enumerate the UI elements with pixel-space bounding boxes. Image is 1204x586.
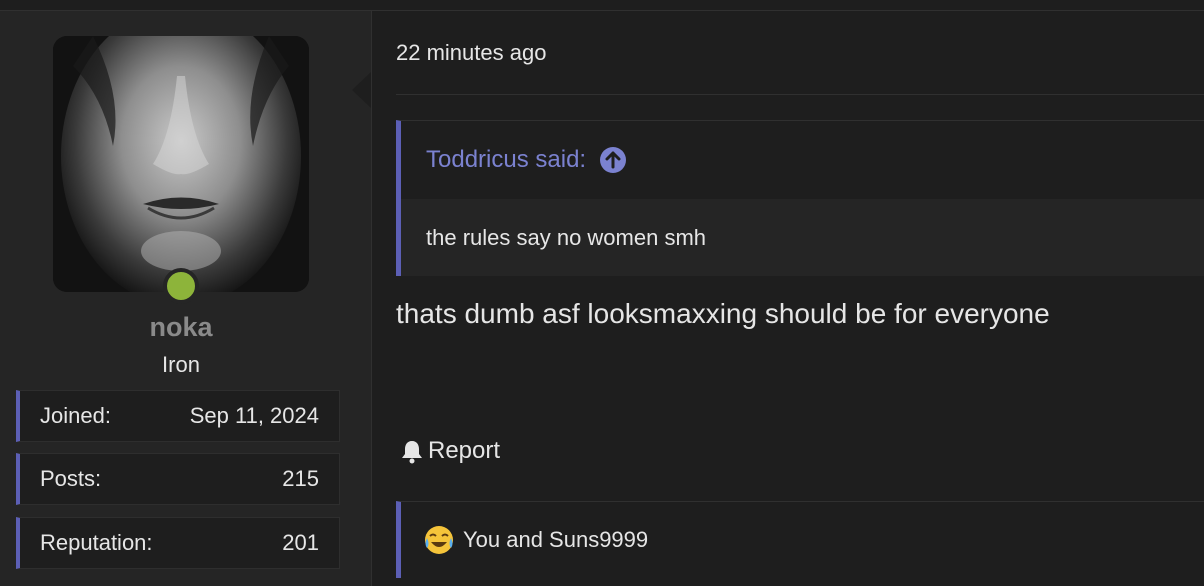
stat-posts: Posts: 215	[16, 453, 340, 505]
report-button[interactable]: Report	[400, 437, 500, 465]
stat-label: Reputation:	[40, 530, 153, 555]
reactions-text[interactable]: You and Suns9999	[463, 527, 648, 553]
stat-label: Posts:	[40, 466, 102, 491]
quote-header[interactable]: Toddricus said:	[401, 121, 1204, 199]
stat-joined: Joined: Sep 11, 2024	[16, 390, 340, 442]
stat-value: Sep 11, 2024	[189, 403, 319, 428]
user-rank: Iron	[162, 352, 200, 377]
reactions-bar[interactable]: You and Suns9999	[396, 501, 1204, 578]
stat-reputation: Reputation: 201	[16, 517, 340, 569]
arrow-up-circle-icon[interactable]	[600, 147, 627, 173]
stat-label: Joined:	[40, 403, 111, 428]
sidebar-pointer-arrow	[352, 72, 371, 108]
quote-author[interactable]: Toddricus said:	[426, 146, 586, 174]
post-header-divider	[396, 94, 1204, 95]
online-status-indicator	[163, 268, 199, 304]
avatar[interactable]	[53, 36, 309, 292]
report-label: Report	[428, 437, 501, 464]
post-timestamp[interactable]: 22 minutes ago	[396, 40, 546, 66]
stat-value: 201	[282, 530, 319, 555]
stat-value: 215	[282, 466, 319, 491]
bell-icon	[402, 441, 422, 464]
quote-text: the rules say no women smh	[401, 199, 1204, 276]
crying-laughing-emoji-icon	[423, 524, 455, 556]
avatar-image	[53, 36, 309, 292]
username[interactable]: noka	[0, 312, 362, 343]
quote-block: Toddricus said: the rules say no women s…	[396, 120, 1204, 276]
post-message: thats dumb asf looksmaxxing should be fo…	[396, 298, 1050, 329]
